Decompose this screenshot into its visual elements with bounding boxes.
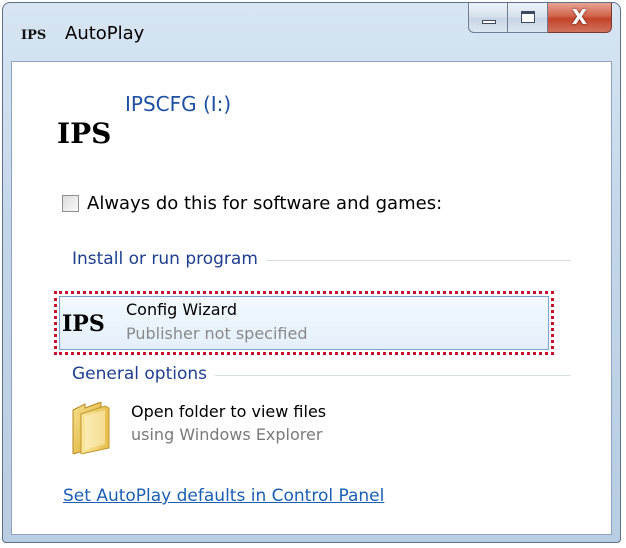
close-button[interactable]: X bbox=[548, 3, 612, 33]
title-bar[interactable]: IPS AutoPlay X bbox=[3, 3, 620, 61]
config-wizard-option[interactable]: IPS Config Wizard Publisher not specifie… bbox=[54, 291, 554, 355]
maximize-button[interactable] bbox=[508, 3, 548, 33]
caption-buttons: X bbox=[468, 3, 612, 35]
device-logo-icon: IPS bbox=[57, 117, 112, 150]
window-title: AutoPlay bbox=[65, 23, 145, 44]
minimize-icon bbox=[482, 20, 496, 24]
always-do-this-label: Always do this for software and games: bbox=[87, 193, 443, 214]
app-logo-icon: IPS bbox=[21, 28, 47, 43]
section-divider bbox=[265, 259, 571, 261]
config-wizard-publisher: Publisher not specified bbox=[126, 324, 308, 343]
always-do-this-checkbox[interactable] bbox=[62, 195, 79, 212]
minimize-button[interactable] bbox=[468, 3, 508, 33]
autoplay-defaults-link[interactable]: Set AutoPlay defaults in Control Panel bbox=[63, 486, 384, 506]
config-wizard-option-highlight: IPS Config Wizard Publisher not specifie… bbox=[59, 296, 549, 350]
device-name: IPSCFG (I:) bbox=[125, 92, 232, 116]
section-install-title: Install or run program bbox=[72, 249, 258, 269]
section-divider bbox=[215, 374, 571, 376]
section-general-title: General options bbox=[72, 364, 208, 384]
section-install: Install or run program bbox=[72, 249, 571, 269]
maximize-icon bbox=[521, 11, 535, 23]
config-wizard-title: Config Wizard bbox=[126, 300, 237, 319]
dialog-content: IPS IPSCFG (I:) Always do this for softw… bbox=[11, 61, 612, 535]
folder-icon bbox=[72, 402, 110, 454]
close-icon: X bbox=[571, 5, 588, 29]
open-folder-option[interactable]: Open folder to view files using Windows … bbox=[69, 392, 549, 458]
ips-program-icon: IPS bbox=[62, 311, 105, 337]
always-do-this-option[interactable]: Always do this for software and games: bbox=[62, 193, 442, 214]
open-folder-subtitle: using Windows Explorer bbox=[131, 425, 323, 444]
section-general: General options bbox=[72, 364, 571, 384]
autoplay-window: IPS AutoPlay X IPS IPSCFG (I:) Always do… bbox=[2, 2, 621, 543]
open-folder-title: Open folder to view files bbox=[131, 402, 327, 421]
